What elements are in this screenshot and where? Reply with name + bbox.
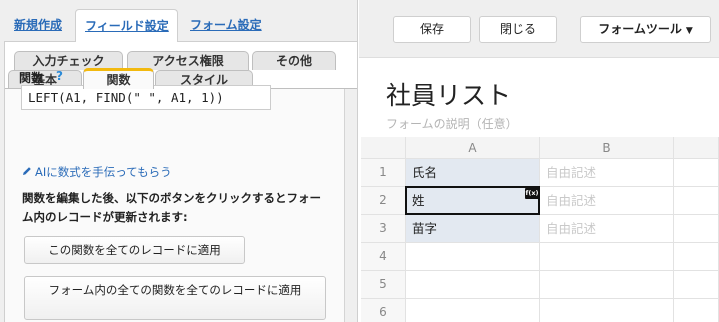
cell-b3[interactable]: 自由記述: [540, 215, 674, 243]
cell-b2[interactable]: 自由記述: [540, 187, 674, 215]
pencil-icon: [22, 165, 32, 179]
tab-new[interactable]: 新規作成: [14, 9, 62, 41]
caret-down-icon: ▼: [685, 26, 693, 36]
cell-a3[interactable]: 苗字: [406, 215, 540, 243]
form-tools-label: フォームツール: [598, 22, 682, 36]
function-badge-icon: f(x): [525, 188, 539, 199]
column-header-extra: [674, 137, 719, 159]
save-button[interactable]: 保存: [393, 16, 471, 43]
toolbar: 保存 閉じる フォームツール ▼: [359, 0, 719, 58]
apply-function-button[interactable]: この関数を全てのレコードに適用: [24, 236, 245, 264]
cell-extra[interactable]: [674, 159, 719, 187]
form-tools-button[interactable]: フォームツール ▼: [580, 16, 711, 43]
form-description[interactable]: フォームの説明（任意）: [386, 115, 518, 132]
cell-a5[interactable]: [406, 271, 540, 299]
panel-scrollbar[interactable]: [345, 89, 357, 322]
grid-corner: [361, 137, 406, 159]
update-note: 関数を編集した後、以下のボタンをクリックするとフォーム内のレコードが更新されます…: [22, 191, 321, 224]
row-header[interactable]: 6: [361, 299, 406, 322]
field-settings-panel: 新規作成 フィールド設定 フォーム設定 入力チェック アクセス権限 その他 基本…: [0, 0, 358, 322]
cell-extra[interactable]: [674, 271, 719, 299]
cell-b4[interactable]: [540, 243, 674, 271]
cell-b1[interactable]: 自由記述: [540, 159, 674, 187]
function-label: 関数: [19, 71, 44, 85]
cell-a2[interactable]: 姓: [406, 187, 540, 215]
ai-help-label: AIに数式を手伝ってもらう: [35, 165, 172, 179]
row-header[interactable]: 3: [361, 215, 406, 243]
row-header[interactable]: 1: [361, 159, 406, 187]
close-button[interactable]: 閉じる: [479, 16, 557, 43]
cell-a4[interactable]: [406, 243, 540, 271]
cell-b6[interactable]: [540, 299, 674, 322]
ai-help-link[interactable]: AIに数式を手伝ってもらう: [22, 164, 172, 180]
apply-all-functions-button[interactable]: フォーム内の全ての関数を全てのレコードに適用: [24, 276, 326, 320]
tab-form-settings[interactable]: フォーム設定: [190, 9, 262, 41]
subtab-function[interactable]: 関数: [83, 68, 154, 89]
row-header[interactable]: 2: [361, 187, 406, 215]
cell-extra[interactable]: [674, 215, 719, 243]
row-header[interactable]: 4: [361, 243, 406, 271]
subtab-other[interactable]: その他: [252, 51, 336, 70]
cell-b5[interactable]: [540, 271, 674, 299]
cell-extra[interactable]: [674, 243, 719, 271]
row-header[interactable]: 5: [361, 271, 406, 299]
column-header-b[interactable]: B: [540, 137, 674, 159]
cell-a1[interactable]: 氏名: [406, 159, 540, 187]
column-header-a[interactable]: A: [406, 137, 540, 159]
form-editor: 保存 閉じる フォームツール ▼ 社員リスト フォームの説明（任意） A B 1 氏名自…: [359, 0, 719, 322]
cell-a6[interactable]: [406, 299, 540, 322]
tab-field-settings[interactable]: フィールド設定: [75, 9, 178, 42]
cell-extra[interactable]: [674, 187, 719, 215]
cell-extra[interactable]: [674, 299, 719, 322]
form-title[interactable]: 社員リスト: [386, 76, 511, 112]
question-mark-icon[interactable]: ?: [56, 69, 63, 83]
